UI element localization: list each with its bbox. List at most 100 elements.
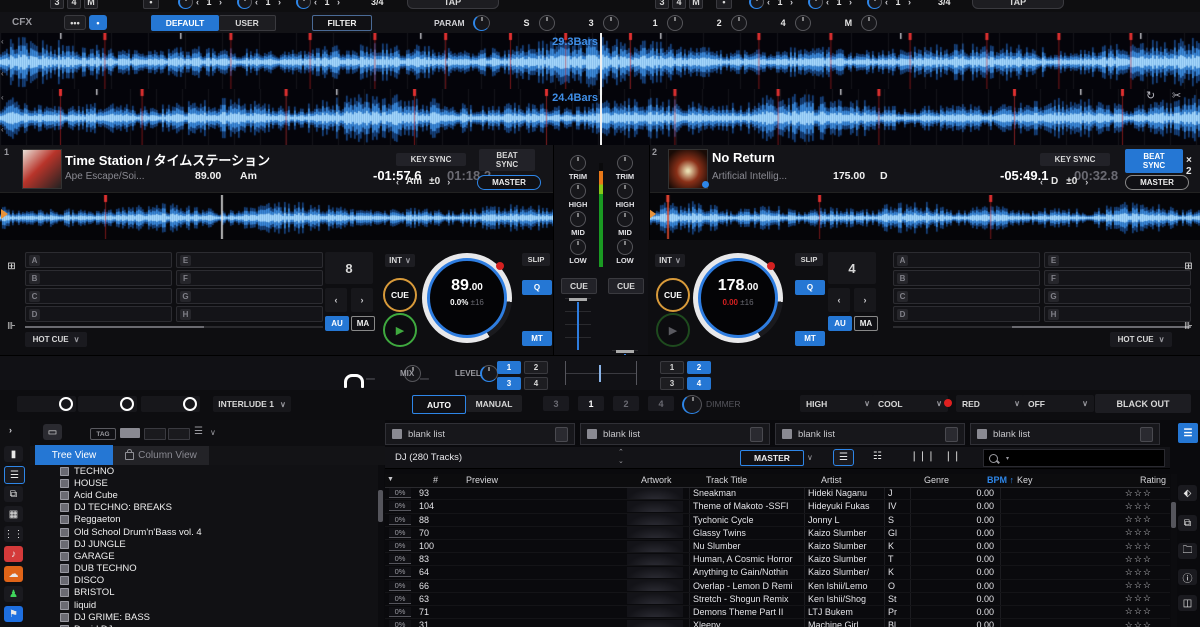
hot-cue-pad[interactable]: E bbox=[1044, 252, 1191, 268]
color-select[interactable]: RED∨ bbox=[956, 395, 1026, 412]
chevron-left-icon[interactable]: ‹ bbox=[1040, 177, 1043, 187]
panel-box-icon[interactable] bbox=[1140, 427, 1153, 442]
waveform-deck2[interactable]: ‹ ‹ 24.4Bars ↻ ✂ bbox=[0, 89, 1200, 146]
chevron-right-icon[interactable]: › bbox=[849, 0, 852, 7]
cell-rating[interactable]: ☆☆☆ bbox=[1080, 606, 1152, 617]
cfx-dot-button[interactable]: • bbox=[89, 15, 107, 30]
trim-knob[interactable] bbox=[617, 155, 633, 171]
deck1-beat-sync-button[interactable]: BEAT SYNC bbox=[479, 149, 535, 171]
cell-rating[interactable]: ☆☆☆ bbox=[1080, 501, 1152, 512]
table-row[interactable]: 0% 70 Glassy Twins Kaizo Slumber Gl 0.00… bbox=[385, 527, 1170, 540]
fx-beat-button[interactable]: 4 bbox=[672, 0, 686, 9]
chevron-left-icon[interactable]: ‹ bbox=[314, 0, 317, 7]
itunes-icon[interactable]: ♪ bbox=[4, 546, 23, 562]
chevron-right-icon[interactable]: › bbox=[908, 0, 911, 7]
cfx-knob[interactable] bbox=[667, 15, 683, 31]
deck1-cue-button[interactable]: CUE bbox=[383, 278, 417, 312]
deck1-artwork[interactable] bbox=[22, 149, 62, 189]
deck2-pad-mode-select[interactable]: HOT CUE ∨ bbox=[1110, 332, 1172, 347]
cell-rating[interactable]: ☆☆☆ bbox=[1080, 488, 1152, 499]
panel-box-icon[interactable] bbox=[555, 427, 568, 442]
cell-rating[interactable]: ☆☆☆ bbox=[1080, 541, 1152, 552]
cfx-knob[interactable] bbox=[731, 15, 747, 31]
cue-assign-button[interactable]: 4 bbox=[687, 377, 711, 390]
deck2-ma-button[interactable]: MA bbox=[854, 316, 878, 331]
chevron-left-icon[interactable]: ‹ bbox=[255, 0, 258, 7]
tree-item[interactable]: David DJ bbox=[60, 623, 378, 627]
lighting-slot-1[interactable] bbox=[17, 396, 76, 412]
cfx-user-button[interactable]: USER bbox=[219, 15, 276, 31]
crossfader-handle[interactable] bbox=[599, 365, 601, 382]
pad-scrollbar-thumb[interactable] bbox=[25, 326, 204, 328]
table-row[interactable]: 0% 66 Overlap - Lemon D Remi Ken Ishii/L… bbox=[385, 580, 1170, 593]
cell-rating[interactable]: ☆☆☆ bbox=[1080, 567, 1152, 578]
cue-assign-button[interactable]: 2 bbox=[524, 361, 548, 374]
blank-list-panel[interactable]: blank list bbox=[385, 423, 575, 445]
cfx-more-button[interactable]: ••• bbox=[64, 15, 86, 30]
matrix-icon[interactable]: ⋮⋮ bbox=[4, 526, 23, 542]
tree-item[interactable]: Acid Cube bbox=[60, 489, 378, 501]
col-bpm[interactable]: BPM ↑ bbox=[964, 475, 1014, 485]
tree-item[interactable]: DJ JUNGLE bbox=[60, 538, 378, 550]
deck2-overview-canvas[interactable] bbox=[648, 195, 1200, 239]
hot-cue-pad[interactable]: F bbox=[1044, 270, 1191, 286]
table-row[interactable]: 0% 93 Sneakman Hideki Naganu J 0.00 ☆☆☆ bbox=[385, 487, 1170, 500]
cfx-default-button[interactable]: DEFAULT bbox=[151, 15, 219, 31]
hot-cue-pad[interactable]: E bbox=[176, 252, 323, 268]
col-key[interactable]: Key bbox=[1014, 475, 1094, 485]
cue-assign-button[interactable]: 1 bbox=[660, 361, 684, 374]
chevron-right-icon[interactable]: › bbox=[278, 0, 281, 7]
col-album[interactable] bbox=[898, 475, 924, 485]
table-row[interactable]: 0% 31 Xleepy Machine Girl Bl 0.00 ☆☆☆ bbox=[385, 619, 1170, 627]
hot-cue-pad[interactable]: G bbox=[176, 288, 323, 304]
cue-assign-button[interactable]: 2 bbox=[687, 361, 711, 374]
view-columns3-icon[interactable]: ❘❘❘ bbox=[913, 449, 932, 464]
sort-updown-icon[interactable]: ⌃⌄ bbox=[618, 448, 624, 466]
mixer-view-icon[interactable]: ⊪ bbox=[2, 318, 21, 334]
deck1-jog-wheel[interactable]: 89.00 0.0% ±16 bbox=[422, 253, 512, 343]
col-rating[interactable]: Rating bbox=[1094, 475, 1166, 485]
fx-knob[interactable] bbox=[749, 0, 764, 9]
chevron-right-icon[interactable]: › bbox=[790, 0, 793, 7]
chevron-down-icon[interactable]: ∨ bbox=[807, 453, 813, 462]
hot-cue-pad[interactable]: F bbox=[176, 270, 323, 286]
deck2-mt-button[interactable]: MT bbox=[795, 331, 825, 346]
table-row[interactable]: 0% 100 Nu Slumber Kaizo Slumber K 0.00 ☆… bbox=[385, 540, 1170, 553]
tag-icon[interactable]: ⬖ bbox=[1178, 485, 1197, 501]
cue-assign-button[interactable]: 3 bbox=[497, 377, 521, 390]
filter-funnel-icon[interactable]: ▼ bbox=[387, 476, 394, 483]
fx-beat-button[interactable]: 3 bbox=[655, 0, 669, 9]
cfx-filter-button[interactable]: FILTER bbox=[312, 15, 372, 31]
chevron-left-icon[interactable]: ‹ bbox=[1, 37, 4, 46]
table-row[interactable]: 0% 104 Theme of Makoto -SSFI Hideyuki Fu… bbox=[385, 500, 1170, 513]
mixer-view-icon[interactable]: ⊪ bbox=[1179, 318, 1198, 334]
deck2-au-button[interactable]: AU bbox=[828, 316, 852, 331]
col-num[interactable]: # bbox=[429, 475, 463, 485]
cue-assign-button[interactable]: 1 bbox=[497, 361, 521, 374]
tap-button[interactable]: TAP bbox=[407, 0, 499, 9]
col-percent[interactable] bbox=[399, 475, 429, 485]
fx-beat-button[interactable]: M bbox=[84, 0, 98, 9]
fx-knob[interactable] bbox=[178, 0, 193, 9]
deck2-overview[interactable] bbox=[648, 192, 1200, 241]
hot-cue-pad[interactable]: A bbox=[25, 252, 172, 268]
view-list-icon[interactable]: ☰ bbox=[833, 449, 854, 466]
cfx-knob[interactable] bbox=[603, 15, 619, 31]
brightness-select[interactable]: HIGH∨ bbox=[800, 395, 876, 412]
cell-rating[interactable]: ☆☆☆ bbox=[1080, 527, 1152, 538]
lighting-auto-button[interactable]: AUTO bbox=[412, 395, 466, 414]
fx-knob[interactable] bbox=[237, 0, 252, 9]
tree-item[interactable]: Old School Drum'n'Bass vol. 4 bbox=[60, 526, 378, 538]
channel-fader-1[interactable] bbox=[565, 298, 591, 350]
sampler-icon[interactable]: ⧉ bbox=[4, 486, 23, 502]
table-row[interactable]: 0% 63 Stretch - Shogun Remix Ken Ishii/S… bbox=[385, 593, 1170, 606]
fx-knob[interactable] bbox=[296, 0, 311, 9]
cue-button-ch1[interactable]: CUE bbox=[561, 278, 597, 294]
deck1-overview-canvas[interactable] bbox=[0, 195, 553, 239]
fx-dot-button[interactable]: • bbox=[716, 0, 732, 9]
color-filter-3[interactable] bbox=[168, 428, 190, 440]
tree-item[interactable]: BRISTOL bbox=[60, 587, 378, 599]
phrase-button[interactable]: 1 bbox=[578, 396, 604, 411]
deck2-int-select[interactable]: INT ∨ bbox=[655, 254, 685, 267]
deck1-ma-button[interactable]: MA bbox=[351, 316, 375, 331]
